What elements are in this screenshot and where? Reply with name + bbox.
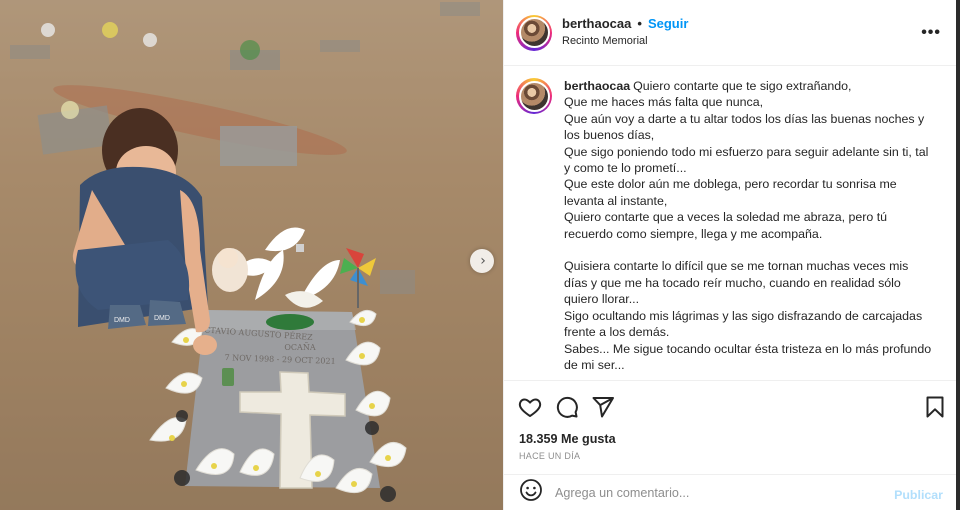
caption-body: Quiero contarte que te sigo extrañando, …	[564, 79, 932, 372]
toy-car	[222, 368, 234, 386]
more-options-button[interactable]: •••	[921, 25, 941, 41]
username-link[interactable]: berthaocaa	[562, 16, 631, 32]
shoe-label-right: DMD	[154, 315, 170, 322]
distant-plaque	[220, 126, 297, 166]
caption-avatar[interactable]	[516, 78, 552, 114]
comment-bar: Publicar	[504, 474, 957, 510]
heart-icon[interactable]	[518, 395, 542, 424]
likes-count[interactable]: 18.359 Me gusta	[519, 432, 616, 446]
comment-bubble-icon[interactable]	[555, 395, 579, 424]
bookmark-icon[interactable]	[923, 395, 947, 424]
memorial-photo-illustration: OCTAVIO AUGUSTO PÉREZ OCAÑA 7 NOV 1998 -…	[0, 0, 503, 510]
location-link[interactable]: Recinto Memorial	[562, 35, 688, 49]
comment-input[interactable]	[555, 485, 885, 500]
post-header: berthaocaa • Seguir Recinto Memorial •••	[504, 0, 957, 66]
next-photo-button[interactable]: ›	[470, 249, 494, 273]
shoe-label-left: DMD	[114, 317, 130, 324]
emoji-smile-icon[interactable]	[519, 478, 543, 507]
chevron-right-icon: ›	[480, 253, 486, 269]
post-detail-panel: berthaocaa • Seguir Recinto Memorial •••…	[503, 0, 957, 510]
caption-username[interactable]: berthaocaa	[564, 79, 630, 93]
avatar[interactable]	[516, 14, 552, 51]
caption-text: berthaocaa Quiero contarte que te sigo ex…	[564, 78, 934, 380]
plaque-text-line2: OCAÑA	[284, 343, 315, 352]
post-photo[interactable]: OCTAVIO AUGUSTO PÉREZ OCAÑA 7 NOV 1998 -…	[0, 0, 503, 510]
publish-button[interactable]: Publicar	[894, 488, 943, 502]
caption-area[interactable]: berthaocaa Quiero contarte que te sigo ex…	[504, 66, 957, 380]
window-edge	[956, 0, 960, 510]
separator-dot: •	[637, 16, 642, 31]
follow-button[interactable]: Seguir	[648, 16, 688, 32]
post-timestamp[interactable]: HACE UN DÍA	[519, 451, 580, 461]
paper-plane-icon[interactable]	[591, 395, 615, 424]
